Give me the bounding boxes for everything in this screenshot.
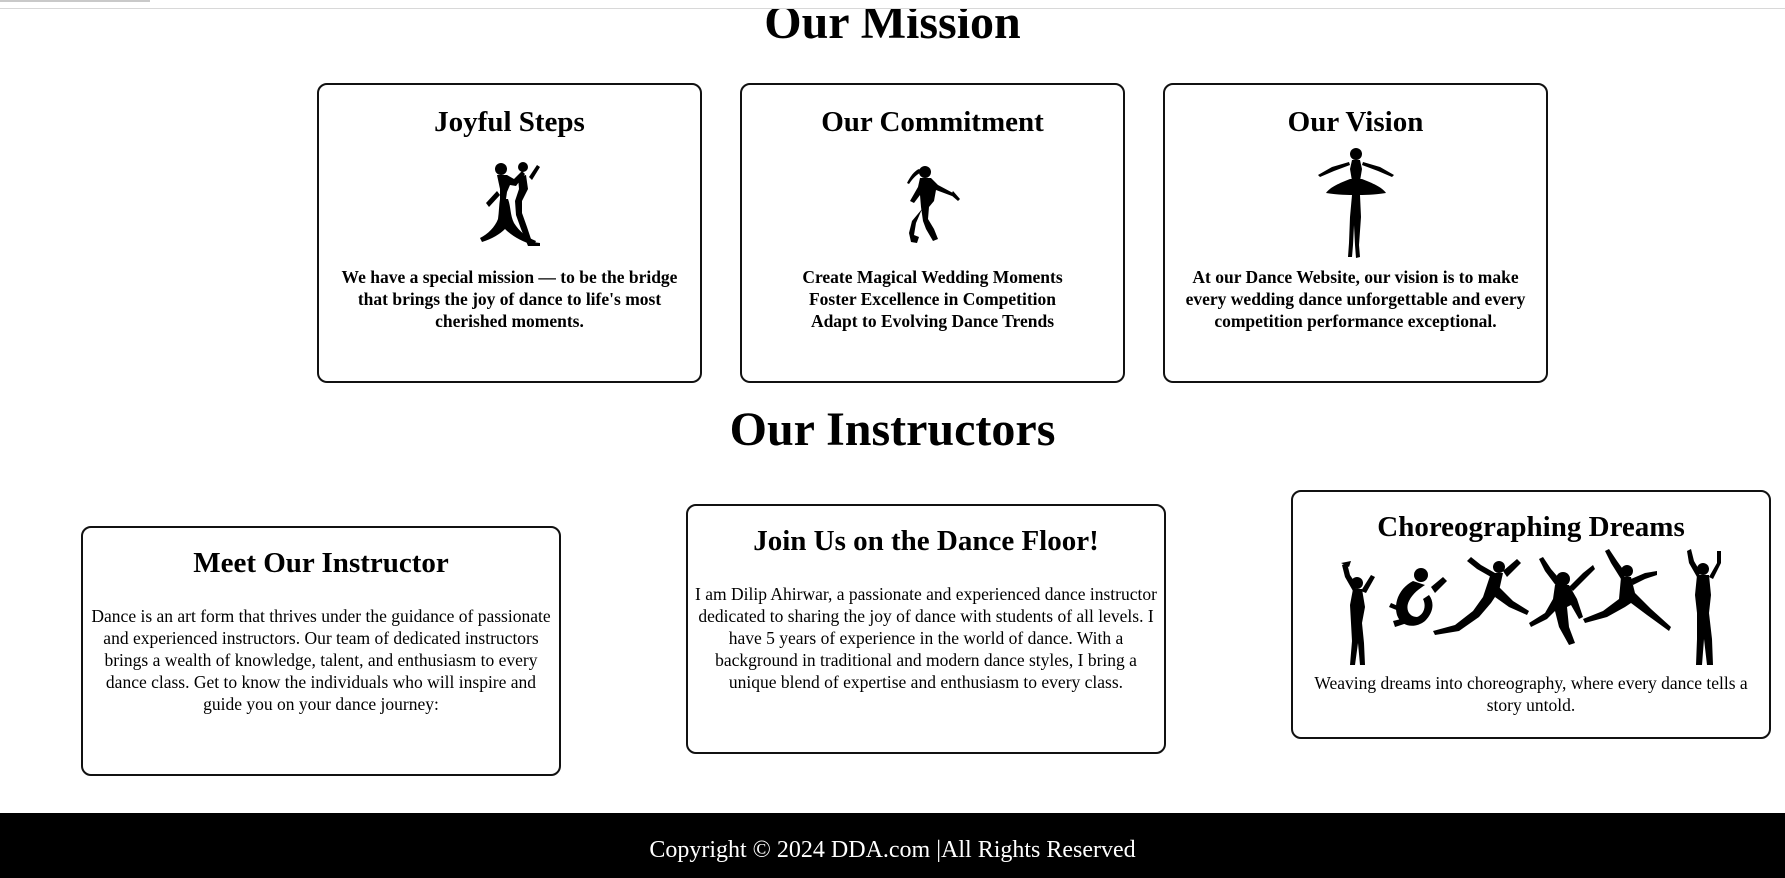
mission-text-line: At our Dance Website, our vision is to m… xyxy=(1192,267,1519,287)
mission-card-title: Joyful Steps xyxy=(434,106,585,138)
mission-text-line: We have a special mission — to be the br… xyxy=(341,267,678,287)
mission-card-text: At our Dance Website, our vision is to m… xyxy=(1173,266,1538,332)
mission-card-joyful-steps: Joyful Steps We have a special mission —… xyxy=(317,83,702,383)
mission-card-our-vision: Our Vision At our Dance Website, our vis… xyxy=(1163,83,1548,383)
instructor-card-text: I am Dilip Ahirwar, a passionate and exp… xyxy=(695,584,1157,692)
mission-card-our-commitment: Our Commitment Create Magical Wedding Mo… xyxy=(740,83,1125,383)
dancers-group-icon xyxy=(1341,549,1721,665)
mission-card-text: We have a special mission — to be the br… xyxy=(327,266,692,332)
mission-text-line: Foster Excellence in Competition xyxy=(808,289,1057,309)
mission-card-title: Our Vision xyxy=(1287,106,1424,138)
instructor-card-title: Choreographing Dreams xyxy=(1377,511,1685,543)
instructor-card-text: Weaving dreams into choreography, where … xyxy=(1314,673,1748,715)
mission-text-line: competition performance exceptional. xyxy=(1214,311,1497,331)
instructor-card-title: Meet Our Instructor xyxy=(193,547,449,579)
copyright-text: Copyright © 2024 DDA.com |All Rights Res… xyxy=(649,837,1136,863)
instructors-section-title: Our Instructors xyxy=(729,403,1056,456)
mission-text-line: that brings the joy of dance to life's m… xyxy=(357,289,662,309)
mission-text-line: Adapt to Evolving Dance Trends xyxy=(810,311,1055,331)
couple-dancers-icon xyxy=(479,162,540,246)
mission-text-line: Create Magical Wedding Moments xyxy=(802,267,1063,287)
instructor-card-text: Dance is an art form that thrives under … xyxy=(91,606,551,714)
footer: Copyright © 2024 DDA.com |All Rights Res… xyxy=(0,813,1785,878)
ballerina-icon xyxy=(1317,148,1394,258)
instructor-card-title: Join Us on the Dance Floor! xyxy=(753,525,1099,557)
mission-text-line: every wedding dance unforgettable and ev… xyxy=(1185,289,1526,309)
page: Our Mission Joyful Steps We have a speci… xyxy=(0,0,1785,878)
instructor-card-choreographing: Choreographing Dreams Weaving dreams int… xyxy=(1291,490,1771,739)
mission-card-title: Our Commitment xyxy=(821,106,1044,138)
browser-top-strip xyxy=(0,0,1785,9)
jumping-dancer-icon xyxy=(906,166,960,243)
mission-card-text: Create Magical Wedding Moments Foster Ex… xyxy=(750,266,1115,332)
instructor-card-meet: Meet Our Instructor Dance is an art form… xyxy=(81,526,561,776)
instructor-card-join: Join Us on the Dance Floor! I am Dilip A… xyxy=(686,504,1166,754)
mission-text-line: cherished moments. xyxy=(435,311,584,331)
